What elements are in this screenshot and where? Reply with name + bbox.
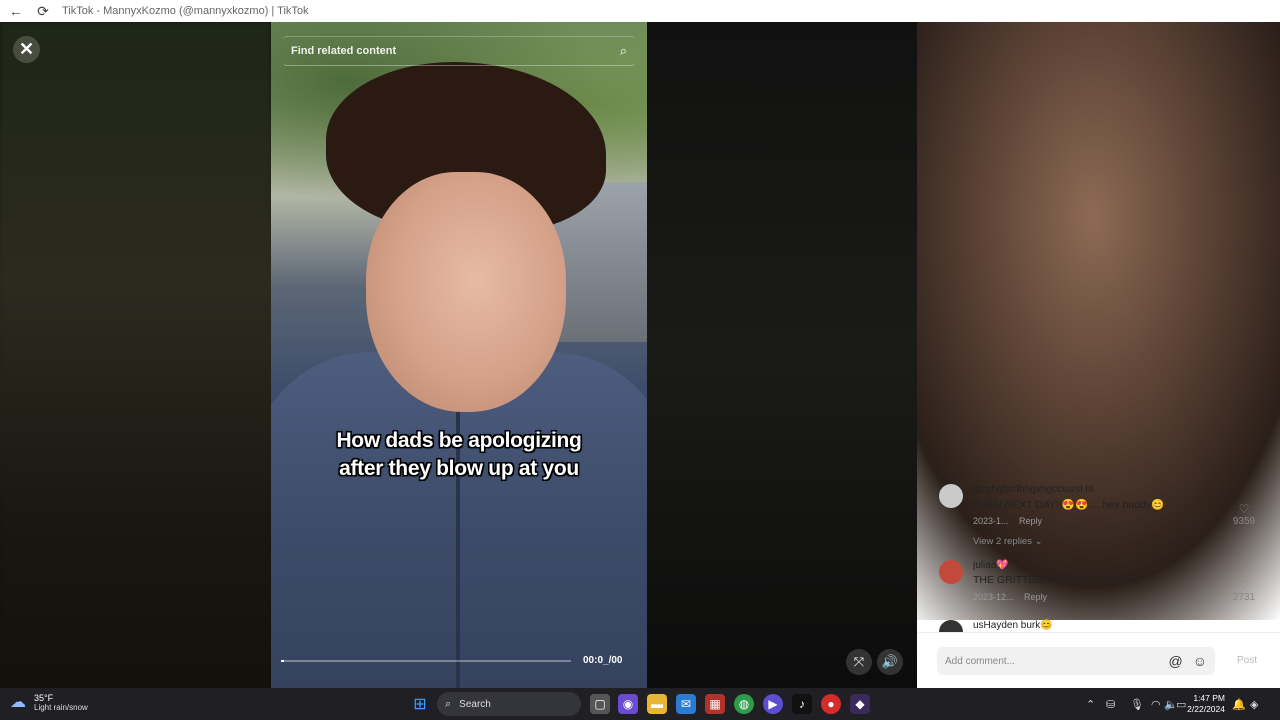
taskbar-search-label: Search [459, 698, 491, 710]
video-stage: ✕ Find related content ⌕ How dads be apo… [0, 22, 917, 688]
like-control[interactable]: ♡ 9359 [1229, 502, 1259, 527]
reply-link[interactable]: Reply [1019, 516, 1042, 526]
window-titlebar: ← ⟳ TikTok - MannyxKozmo (@mannyxkozmo) … [0, 0, 1280, 22]
window-title: TikTok - MannyxKozmo (@mannyxkozmo) | Ti… [62, 5, 309, 17]
like-count: 9359 [1232, 516, 1256, 527]
floating-player-button[interactable]: ⤧ [846, 649, 872, 675]
taskbar: ☁ 35°F Light rain/snow ⊞ ⌕ Search ▢ ◉ ▬ … [0, 688, 1280, 720]
tiktok-icon[interactable]: ♪ [792, 694, 812, 714]
find-related-search[interactable]: Find related content ⌕ [283, 36, 635, 66]
taskbar-search[interactable]: ⌕ Search [437, 692, 581, 716]
video-progress-bar[interactable] [281, 660, 571, 662]
weather-temperature: 35°F [34, 692, 54, 703]
reply-link[interactable]: Reply [1024, 592, 1047, 602]
comment-username[interactable]: jgcgbgbcrfhhgvhgccssrsl ht [973, 484, 1094, 495]
comment-username[interactable]: usHayden burk😊 [973, 620, 1053, 631]
add-comment-bar: Add comment... @ ☺ Post [917, 632, 1280, 688]
video-progress-fill [281, 660, 284, 662]
caption-line-1: How dads be apologizing [336, 429, 582, 452]
panel-video-overlay [917, 22, 1280, 620]
heart-icon[interactable]: ♡ [1229, 578, 1259, 592]
heart-icon[interactable]: ♡ [1229, 502, 1259, 516]
mail-icon[interactable]: ✉ [676, 694, 696, 714]
chrome-icon[interactable]: ◍ [734, 694, 754, 714]
weather-widget[interactable]: ☁ 35°F Light rain/snow [10, 692, 88, 712]
blurred-background-left [0, 22, 271, 688]
file-explorer-icon[interactable]: ▬ [647, 694, 667, 714]
taskbar-clock[interactable]: 1:47 PM 2/22/2024 [1185, 693, 1225, 715]
volume-button[interactable]: 🔊 [877, 649, 903, 675]
copilot-icon[interactable]: ◈ [1250, 688, 1258, 720]
search-icon[interactable]: ⌕ [620, 43, 627, 59]
like-count: 2731 [1232, 592, 1256, 603]
comment-date: 2023-12... [973, 592, 1014, 602]
weather-condition: Light rain/snow [34, 702, 88, 712]
add-comment-placeholder: Add comment... [945, 655, 1016, 667]
view-replies-link[interactable]: View 2 replies ⌄ [973, 536, 1043, 547]
avatar[interactable] [939, 560, 963, 584]
task-view-icon[interactable]: ▢ [590, 694, 610, 714]
record-icon[interactable]: ● [821, 694, 841, 714]
post-button[interactable]: Post [1237, 655, 1257, 666]
windows-start-icon[interactable]: ⊞ [410, 694, 430, 714]
caption-line-2: after they blow up at you [339, 457, 579, 480]
comment-text: THEN NEXT DAY!!😍😍.....hey buddy😊 [973, 499, 1165, 511]
clock-time: 1:47 PM [1193, 693, 1225, 703]
avatar[interactable] [939, 484, 963, 508]
blurred-background-right [647, 22, 917, 688]
close-button[interactable]: ✕ [13, 36, 40, 63]
video-player[interactable]: Find related content ⌕ How dads be apolo… [271, 22, 647, 688]
video-frame-face [366, 172, 566, 412]
chevron-up-icon[interactable]: ⌃ [1086, 688, 1095, 720]
media-player-icon[interactable]: ▶ [763, 694, 783, 714]
search-icon: ⌕ [445, 697, 452, 710]
emoji-icon[interactable]: ☺ [1193, 653, 1207, 669]
comment-meta: 2023-1... Reply [973, 516, 1050, 526]
microphone-icon[interactable]: 🎙 [1130, 688, 1144, 720]
search-placeholder: Find related content [291, 45, 397, 57]
add-comment-input[interactable]: Add comment... @ ☺ [937, 647, 1215, 675]
weather-icon: ☁ [10, 694, 26, 711]
comments-panel: jgcgbgbcrfhhgvhgccssrsl ht THEN NEXT DAY… [917, 22, 1280, 688]
comment-text: THE GRITTED TEETH IS SO REAL [973, 574, 1142, 586]
reload-icon[interactable]: ⟳ [32, 0, 54, 22]
video-caption: How dads be apologizing after they blow … [271, 427, 647, 483]
comment-username[interactable]: juliaa💖 [973, 560, 1009, 571]
video-timecode: 00:0_/00 [583, 655, 623, 666]
tray-app-icon[interactable]: ⛁ [1106, 688, 1115, 720]
clock-date: 2/22/2024 [1187, 704, 1225, 714]
app-icon[interactable]: ◆ [850, 694, 870, 714]
mention-icon[interactable]: @ [1168, 653, 1182, 669]
comment-meta: 2023-12... Reply [973, 592, 1055, 602]
back-icon[interactable]: ← [5, 0, 27, 22]
store-icon[interactable]: ▦ [705, 694, 725, 714]
like-control[interactable]: ♡ 2731 [1229, 578, 1259, 603]
notification-bell-icon[interactable]: 🔔 [1232, 688, 1246, 720]
wifi-icon[interactable]: ◠ [1151, 688, 1161, 720]
chat-app-icon[interactable]: ◉ [618, 694, 638, 714]
comment-date: 2023-1... [973, 516, 1009, 526]
